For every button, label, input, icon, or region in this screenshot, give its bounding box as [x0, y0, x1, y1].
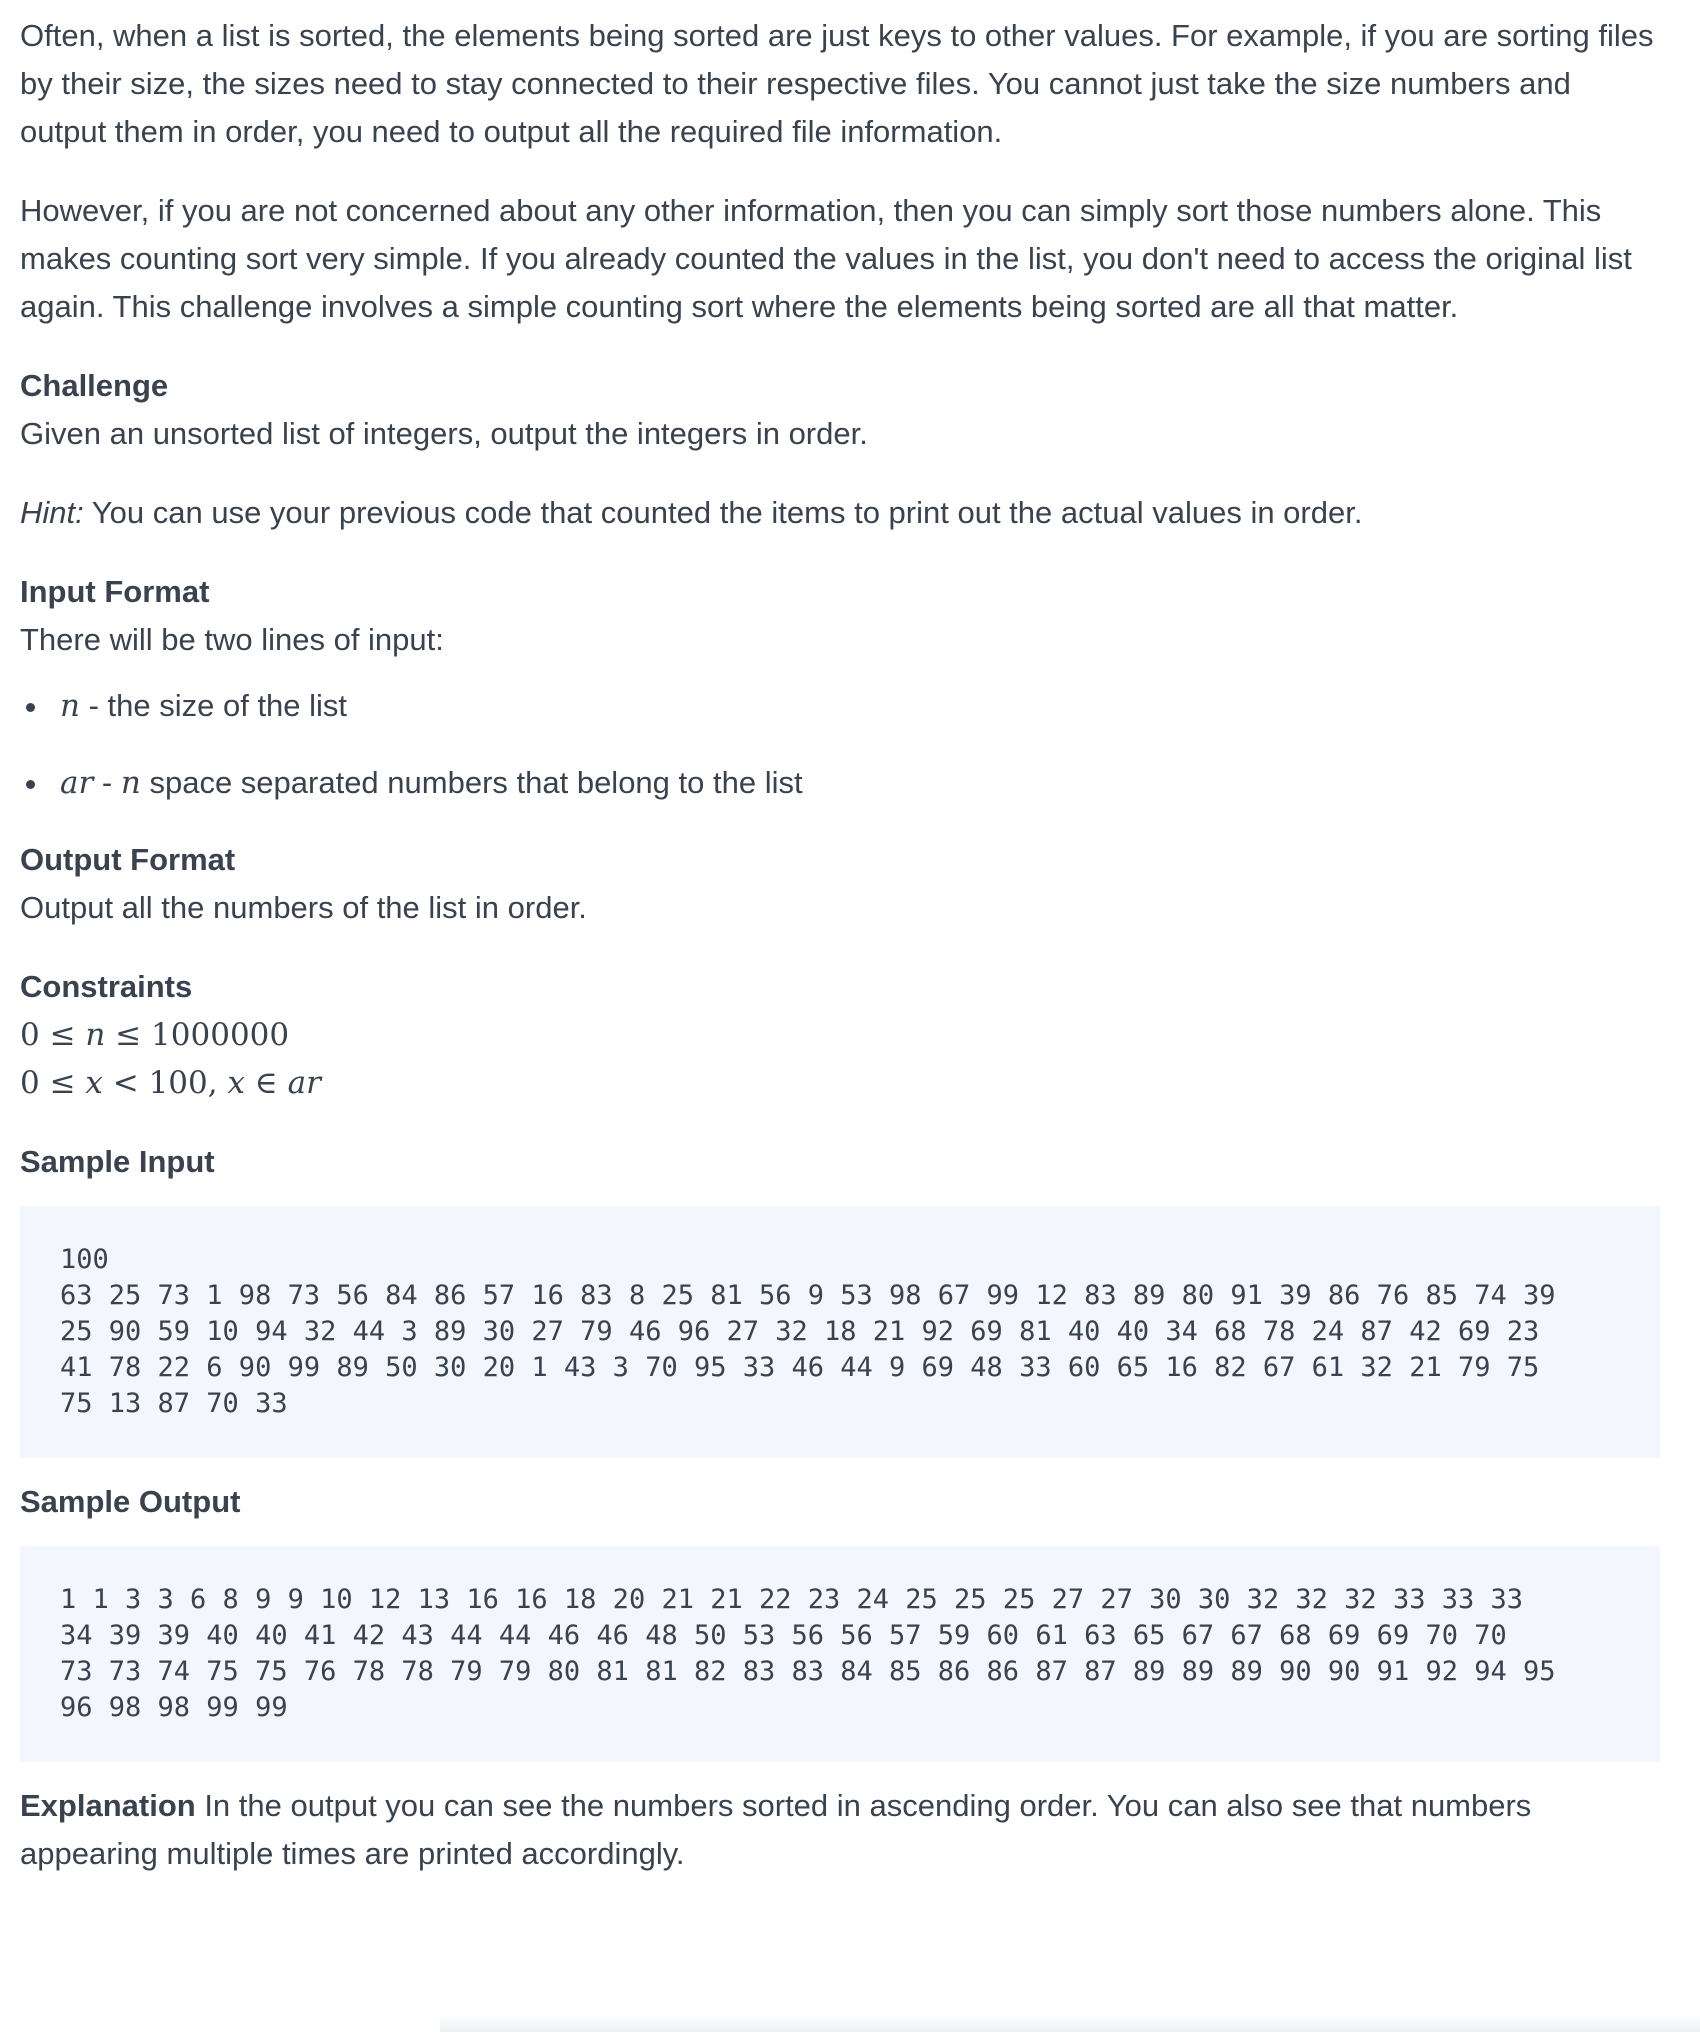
- math-variable: n: [85, 1017, 106, 1053]
- challenge-section: Challenge Given an unsorted list of inte…: [20, 362, 1660, 458]
- problem-statement: Often, when a list is sorted, the elemen…: [20, 12, 1660, 1878]
- math-text: ∈: [244, 1065, 288, 1101]
- sample-input-section: Sample Input 100 63 25 73 1 98 73 56 84 …: [20, 1138, 1660, 1458]
- code-line: 96 98 98 99 99: [60, 1692, 288, 1723]
- output-format-section: Output Format Output all the numbers of …: [20, 836, 1660, 932]
- list-item: ar - n space separated numbers that belo…: [20, 759, 1660, 807]
- bullet-icon: [26, 780, 35, 789]
- math-variable: ar: [60, 765, 94, 801]
- code-line: 100: [60, 1244, 109, 1275]
- hint-label: Hint:: [20, 495, 84, 530]
- code-line: 1 1 3 3 6 8 9 9 10 12 13 16 16 18 20 21 …: [60, 1584, 1523, 1615]
- constraint-line-1: 0 ≤ n ≤ 1000000: [20, 1011, 1660, 1059]
- intro-paragraph-1: Often, when a list is sorted, the elemen…: [20, 18, 1654, 149]
- constraints-heading: Constraints: [20, 969, 193, 1004]
- code-line: 63 25 73 1 98 73 56 84 86 57 16 83 8 25 …: [60, 1280, 1556, 1311]
- math-variable: n: [60, 688, 80, 724]
- math-variable: ar: [287, 1065, 321, 1101]
- bottom-fade: [440, 2014, 1700, 2032]
- explanation-body: In the output you can see the numbers so…: [20, 1788, 1532, 1871]
- bullet-icon: [26, 703, 35, 712]
- list-item: n - the size of the list: [20, 682, 1660, 730]
- explanation-label: Explanation: [20, 1788, 196, 1823]
- sample-output-heading: Sample Output: [20, 1484, 241, 1519]
- sample-input-heading: Sample Input: [20, 1144, 215, 1179]
- math-text: 0 ≤: [20, 1065, 86, 1101]
- sample-input-code-block: 100 63 25 73 1 98 73 56 84 86 57 16 83 8…: [20, 1206, 1660, 1458]
- math-variable: n: [120, 765, 141, 801]
- challenge-heading: Challenge: [20, 368, 169, 403]
- sample-output-code-block: 1 1 3 3 6 8 9 9 10 12 13 16 16 18 20 21 …: [20, 1546, 1660, 1762]
- input-format-list: n - the size of the list ar - n space se…: [20, 682, 1660, 807]
- code-line: 25 90 59 10 94 32 44 3 89 30 27 79 46 96…: [60, 1316, 1540, 1347]
- input-format-heading: Input Format: [20, 574, 210, 609]
- constraint-line-2: 0 ≤ x < 100, x ∈ ar: [20, 1059, 1660, 1107]
- output-format-heading: Output Format: [20, 842, 236, 877]
- constraints-section: Constraints 0 ≤ n ≤ 1000000 0 ≤ x < 100,…: [20, 963, 1660, 1107]
- input-format-body: There will be two lines of input:: [20, 622, 444, 657]
- list-item-text: space separated numbers that belong to t…: [140, 765, 803, 800]
- challenge-body: Given an unsorted list of integers, outp…: [20, 416, 868, 451]
- list-item-separator: -: [93, 765, 121, 800]
- output-format-body: Output all the numbers of the list in or…: [20, 890, 587, 925]
- code-line: 73 73 74 75 75 76 78 78 79 79 80 81 81 8…: [60, 1656, 1556, 1687]
- hint-paragraph: Hint: You can use your previous code tha…: [20, 489, 1660, 537]
- sample-output-section: Sample Output 1 1 3 3 6 8 9 9 10 12 13 1…: [20, 1478, 1660, 1762]
- code-line: 75 13 87 70 33: [60, 1388, 288, 1419]
- explanation-paragraph: Explanation In the output you can see th…: [20, 1782, 1660, 1878]
- hint-body: You can use your previous code that coun…: [83, 495, 1363, 530]
- code-line: 34 39 39 40 40 41 42 43 44 44 46 46 48 5…: [60, 1620, 1507, 1651]
- math-variable: x: [227, 1065, 245, 1101]
- math-variable: x: [85, 1065, 103, 1101]
- math-text: 0 ≤: [20, 1017, 86, 1053]
- code-line: 41 78 22 6 90 99 89 50 30 20 1 43 3 70 9…: [60, 1352, 1540, 1383]
- math-text: < 100,: [102, 1065, 228, 1101]
- math-text: ≤ 1000000: [105, 1017, 290, 1053]
- list-item-text: the size of the list: [107, 688, 348, 723]
- intro-paragraph-2: However, if you are not concerned about …: [20, 193, 1632, 324]
- list-item-separator: -: [79, 688, 108, 723]
- input-format-section: Input Format There will be two lines of …: [20, 568, 1660, 807]
